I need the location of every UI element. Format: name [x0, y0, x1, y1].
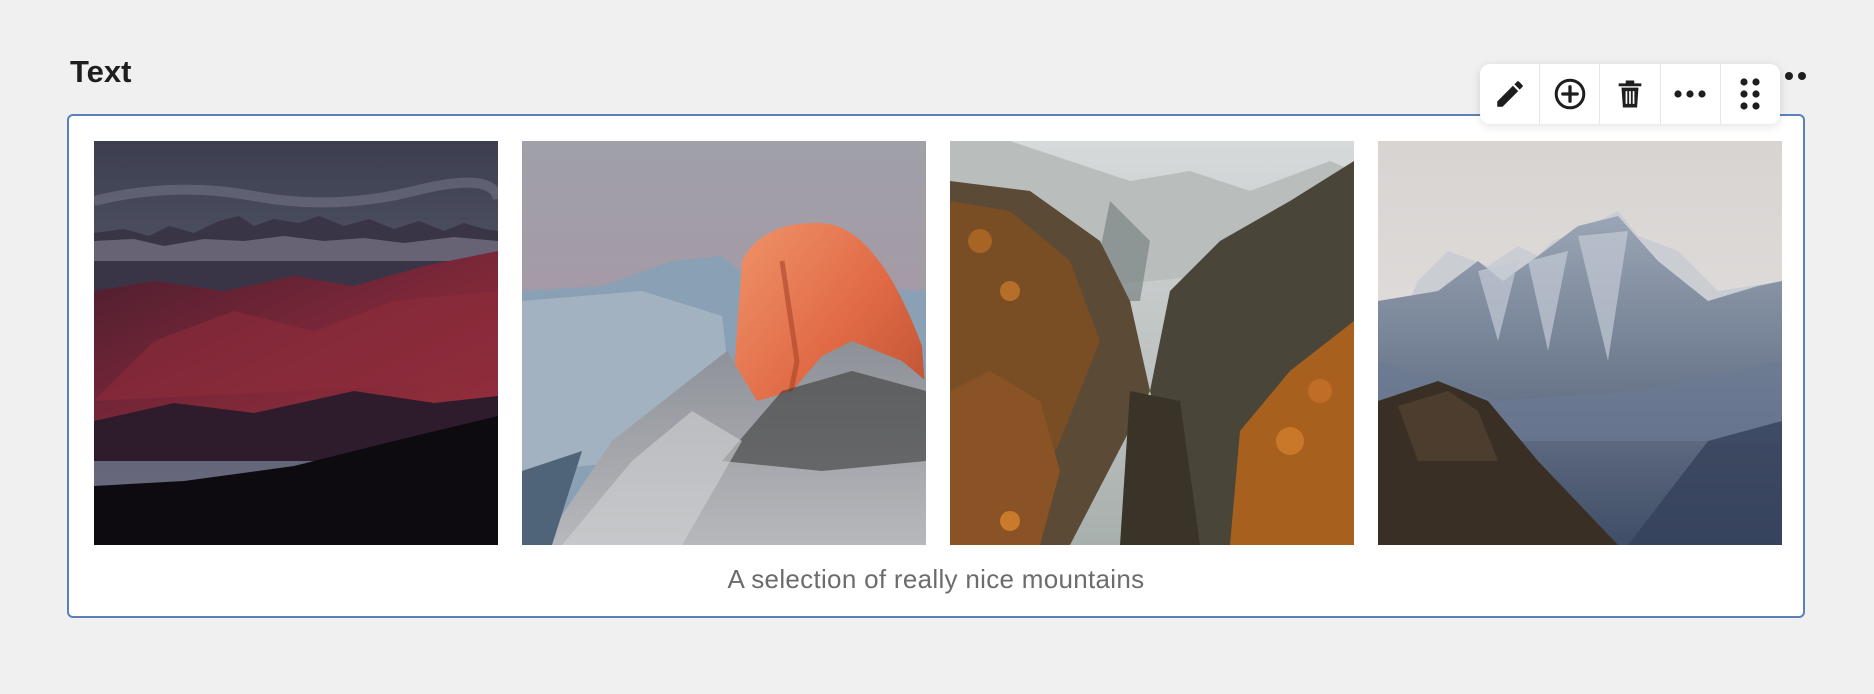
trash-icon: [1618, 80, 1642, 108]
drag-handle-button[interactable]: [1719, 64, 1780, 124]
block-title: Text: [70, 54, 132, 89]
gallery-block[interactable]: A selection of really nice mountains: [67, 114, 1805, 618]
gallery-image-1[interactable]: [94, 141, 498, 545]
editor-canvas: Text A selection of really nice mountain…: [0, 0, 1874, 694]
pencil-icon: [1496, 81, 1523, 107]
gallery-grid: [94, 141, 1782, 545]
add-button[interactable]: [1539, 64, 1599, 124]
delete-button[interactable]: [1599, 64, 1659, 124]
block-toolbar: [1480, 64, 1780, 124]
overflow-dots-icon[interactable]: [1782, 71, 1810, 81]
edit-button[interactable]: [1480, 64, 1539, 124]
gallery-image-3[interactable]: [950, 141, 1354, 545]
gallery-image-2[interactable]: [522, 141, 926, 545]
plus-circle-icon: [1554, 78, 1586, 110]
gallery-caption[interactable]: A selection of really nice mountains: [69, 564, 1803, 595]
more-options-button[interactable]: [1659, 64, 1720, 124]
gallery-image-4[interactable]: [1378, 141, 1782, 545]
ellipsis-icon: [1674, 90, 1706, 98]
drag-handle-icon: [1740, 78, 1761, 110]
